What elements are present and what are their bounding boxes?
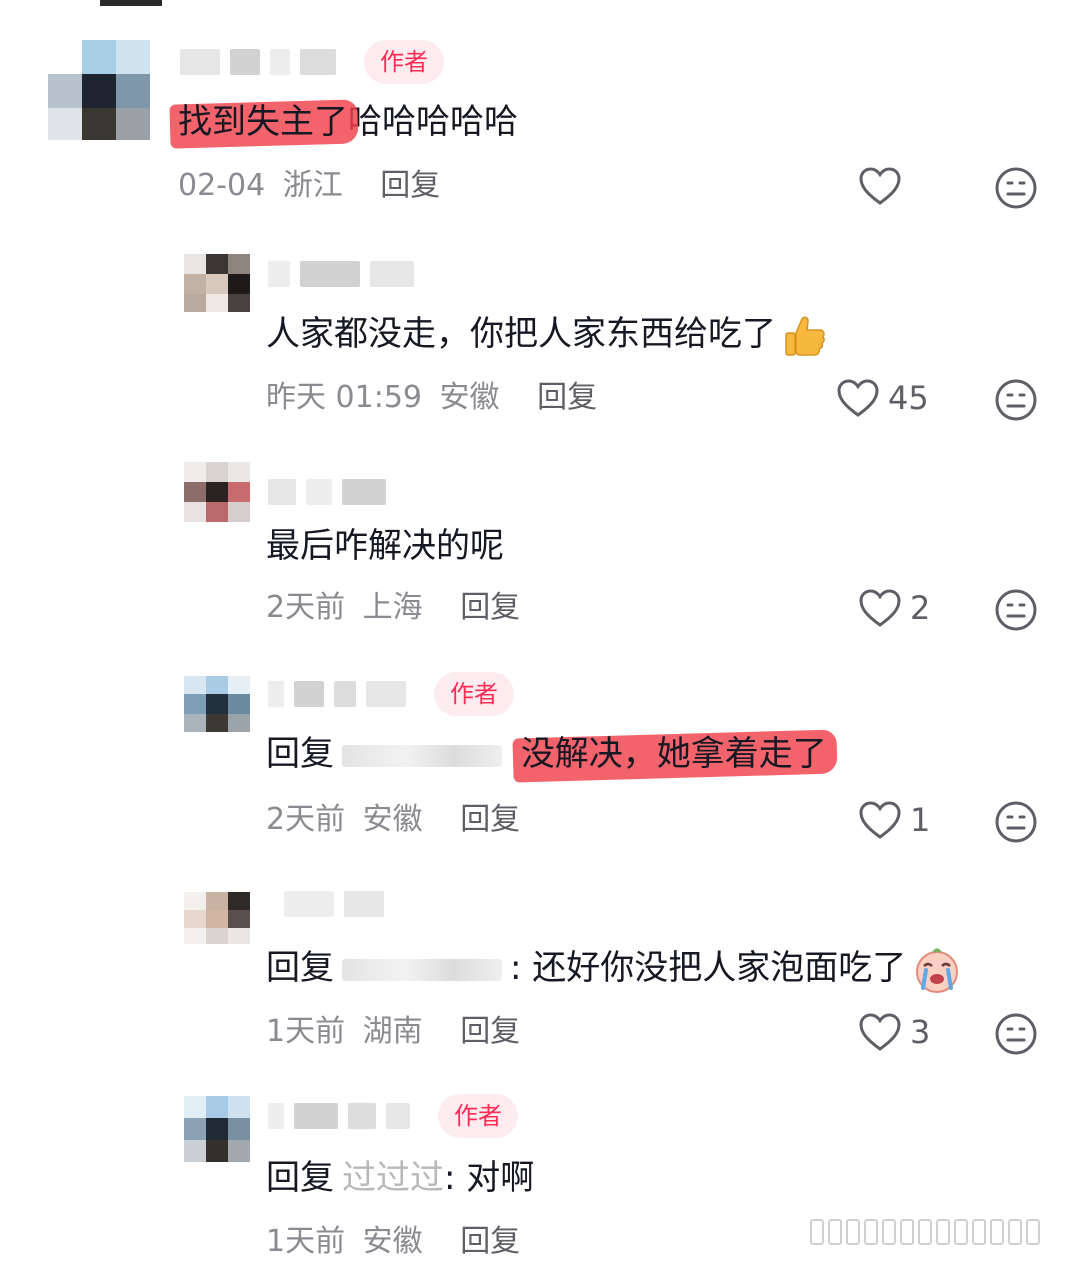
comment-text: 最后咋解决的呢 xyxy=(266,526,504,566)
reply-button[interactable]: 回复 xyxy=(380,168,440,203)
comment-meta: 2天前 安徽 回复 xyxy=(266,800,520,840)
comment-text: 找到失主了哈哈哈哈哈 xyxy=(178,98,518,146)
comment-location: 安徽 xyxy=(362,1224,423,1259)
comment-time: 昨天 01:59 xyxy=(266,380,422,415)
neutral-face-icon[interactable] xyxy=(994,378,1038,422)
username[interactable] xyxy=(268,472,396,512)
comment-time: 1天前 xyxy=(266,1014,346,1049)
like-count: 45 xyxy=(888,379,929,417)
comment-location: 浙江 xyxy=(282,168,343,203)
comment-text: 回复 没解决，她拿着走了 xyxy=(266,730,827,778)
like-count: 1 xyxy=(910,801,931,839)
comment-text: 回复: 还好你没把人家泡面吃了 xyxy=(266,944,962,994)
highlight-mark: 没解决，她拿着走了 xyxy=(521,730,827,778)
heart-outline-icon xyxy=(837,379,879,417)
like-button[interactable]: 1 xyxy=(858,800,930,840)
avatar[interactable] xyxy=(184,892,250,944)
comment-text: 人家都没走，你把人家东西给吃了 xyxy=(266,310,828,359)
highlight-mark: 找到失主了 xyxy=(178,98,348,146)
heart-outline-icon xyxy=(859,801,901,839)
username[interactable] xyxy=(284,884,394,924)
comment-location: 湖南 xyxy=(362,1014,423,1049)
reply-button[interactable]: 回复 xyxy=(460,802,520,837)
like-count: 3 xyxy=(910,1013,931,1051)
comment-location: 上海 xyxy=(362,590,423,625)
comment-time: 2天前 xyxy=(266,590,346,625)
neutral-face-icon[interactable] xyxy=(994,1012,1038,1056)
username[interactable]: 作者 xyxy=(180,40,444,84)
avatar[interactable] xyxy=(48,40,150,140)
comment-text: 回复 过过过: 对啊 xyxy=(266,1158,535,1198)
author-badge: 作者 xyxy=(438,1094,518,1138)
comment-meta: 2天前 上海 回复 xyxy=(266,588,520,628)
like-button[interactable]: 45 xyxy=(836,378,929,418)
like-button[interactable] xyxy=(858,166,910,206)
comment-time: 02-04 xyxy=(178,168,266,203)
heart-outline-icon xyxy=(859,167,901,205)
comment-time: 2天前 xyxy=(266,802,346,837)
mention-name[interactable]: 过过过 xyxy=(342,1158,444,1198)
avatar[interactable] xyxy=(184,1096,250,1162)
comment-meta: 1天前 湖南 回复 xyxy=(266,1012,520,1052)
comment-meta: 02-04 浙江 回复 xyxy=(178,166,440,206)
mention-redacted xyxy=(342,958,502,981)
reply-button[interactable]: 回复 xyxy=(460,1014,520,1049)
username[interactable] xyxy=(268,254,424,294)
comment-location: 安徽 xyxy=(362,802,423,837)
reply-button[interactable]: 回复 xyxy=(460,1224,520,1259)
username[interactable]: 作者 xyxy=(268,1094,518,1138)
heart-outline-icon xyxy=(859,1013,901,1051)
comment-location: 安徽 xyxy=(439,380,500,415)
avatar[interactable] xyxy=(184,462,250,522)
heart-outline-icon xyxy=(859,589,901,627)
comment-meta: 1天前 安徽 回复 xyxy=(266,1222,520,1262)
avatar[interactable] xyxy=(184,676,250,732)
like-count: 2 xyxy=(910,589,931,627)
comment-time: 1天前 xyxy=(266,1224,346,1259)
username[interactable]: 作者 xyxy=(268,672,514,716)
neutral-face-icon[interactable] xyxy=(994,800,1038,844)
author-badge: 作者 xyxy=(434,672,514,716)
crying-emoji xyxy=(916,948,959,993)
top-edge-mark xyxy=(100,0,162,6)
watermark xyxy=(810,1219,1040,1245)
like-button[interactable]: 3 xyxy=(858,1012,930,1052)
like-button[interactable]: 2 xyxy=(858,588,930,628)
reply-button[interactable]: 回复 xyxy=(537,380,597,415)
thumbs-up-emoji xyxy=(785,316,825,356)
neutral-face-icon[interactable] xyxy=(994,166,1038,210)
comment-meta: 昨天 01:59 安徽 回复 xyxy=(266,378,597,418)
neutral-face-icon[interactable] xyxy=(994,588,1038,632)
author-badge: 作者 xyxy=(364,40,444,84)
mention-redacted xyxy=(342,744,502,767)
avatar[interactable] xyxy=(184,254,250,312)
reply-button[interactable]: 回复 xyxy=(460,590,520,625)
